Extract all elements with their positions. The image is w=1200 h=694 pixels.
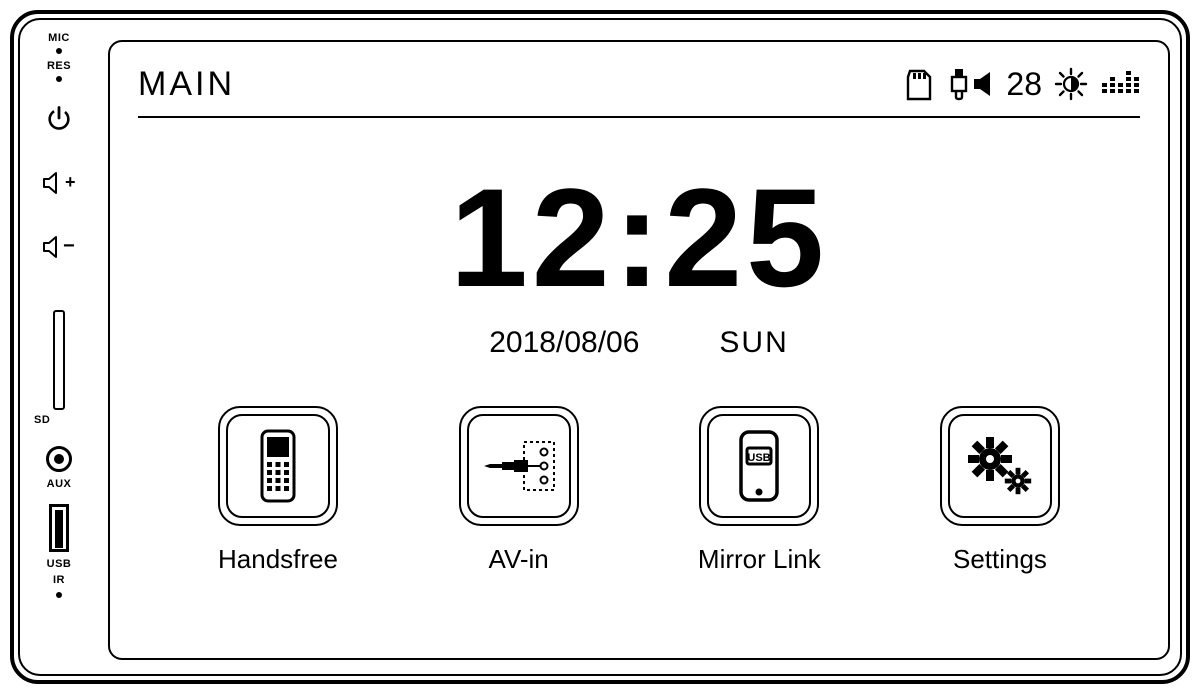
device-bezel: MIC RES + − bbox=[20, 20, 98, 674]
page-title: MAIN bbox=[138, 65, 235, 104]
touchscreen: MAIN bbox=[108, 40, 1170, 660]
aux-label: AUX bbox=[20, 478, 98, 490]
aux-jack[interactable] bbox=[46, 446, 72, 472]
gears-icon bbox=[962, 433, 1038, 499]
device-frame-inner: MIC RES + − bbox=[18, 18, 1182, 676]
app-handsfree[interactable]: Handsfree bbox=[178, 406, 378, 575]
status-bar: MAIN bbox=[138, 56, 1140, 112]
volume-down-button[interactable]: − bbox=[42, 234, 76, 260]
phone-keypad-icon bbox=[248, 429, 308, 503]
mic-hole-icon bbox=[56, 48, 62, 54]
volume-up-button[interactable]: + bbox=[42, 170, 76, 196]
volume-down-icon: − bbox=[42, 234, 76, 260]
res-label: RES bbox=[20, 60, 98, 72]
app-settings[interactable]: Settings bbox=[900, 406, 1100, 575]
svg-text:−: − bbox=[63, 235, 75, 257]
clock-time: 12:25 bbox=[138, 168, 1140, 308]
equalizer-icon bbox=[1100, 69, 1140, 99]
device-frame: MIC RES + − bbox=[10, 10, 1190, 684]
divider bbox=[138, 116, 1140, 118]
power-icon bbox=[45, 104, 73, 132]
app-label: AV-in bbox=[489, 544, 549, 575]
clock-date: 2018/08/06 bbox=[489, 326, 639, 360]
app-label: Mirror Link bbox=[698, 544, 821, 575]
speaker-icon bbox=[972, 69, 1002, 99]
power-button[interactable] bbox=[45, 104, 73, 132]
volume-button[interactable]: 28 bbox=[972, 66, 1042, 103]
equalizer-button[interactable] bbox=[1100, 69, 1140, 99]
brightness-button[interactable] bbox=[1054, 67, 1088, 101]
ir-hole-icon bbox=[56, 592, 62, 598]
smartphone-usb-icon: USB bbox=[733, 428, 785, 504]
app-label: Handsfree bbox=[218, 544, 338, 575]
volume-up-icon: + bbox=[42, 170, 76, 196]
sd-card-icon bbox=[904, 67, 934, 101]
media-indicators bbox=[904, 67, 972, 101]
clock-widget[interactable]: 12:25 2018/08/06 SUN bbox=[138, 168, 1140, 360]
svg-text:USB: USB bbox=[748, 452, 771, 464]
sd-label: SD bbox=[34, 414, 50, 426]
app-av-in[interactable]: AV-in bbox=[419, 406, 619, 575]
status-controls: 28 bbox=[972, 66, 1140, 103]
app-row: Handsfree bbox=[138, 406, 1140, 575]
app-mirror-link[interactable]: USB Mirror Link bbox=[659, 406, 859, 575]
svg-text:+: + bbox=[65, 172, 76, 192]
brightness-icon bbox=[1054, 67, 1088, 101]
usb-label: USB bbox=[20, 558, 98, 570]
usb-connected-icon bbox=[946, 67, 972, 101]
reset-hole-icon bbox=[56, 76, 62, 82]
usb-port[interactable] bbox=[49, 504, 69, 552]
app-label: Settings bbox=[953, 544, 1047, 575]
mic-label: MIC bbox=[20, 32, 98, 44]
ir-label: IR bbox=[20, 574, 98, 586]
av-jack-icon bbox=[480, 436, 558, 496]
sd-slot[interactable] bbox=[53, 310, 65, 410]
volume-value: 28 bbox=[1006, 66, 1042, 103]
clock-day: SUN bbox=[719, 326, 788, 360]
